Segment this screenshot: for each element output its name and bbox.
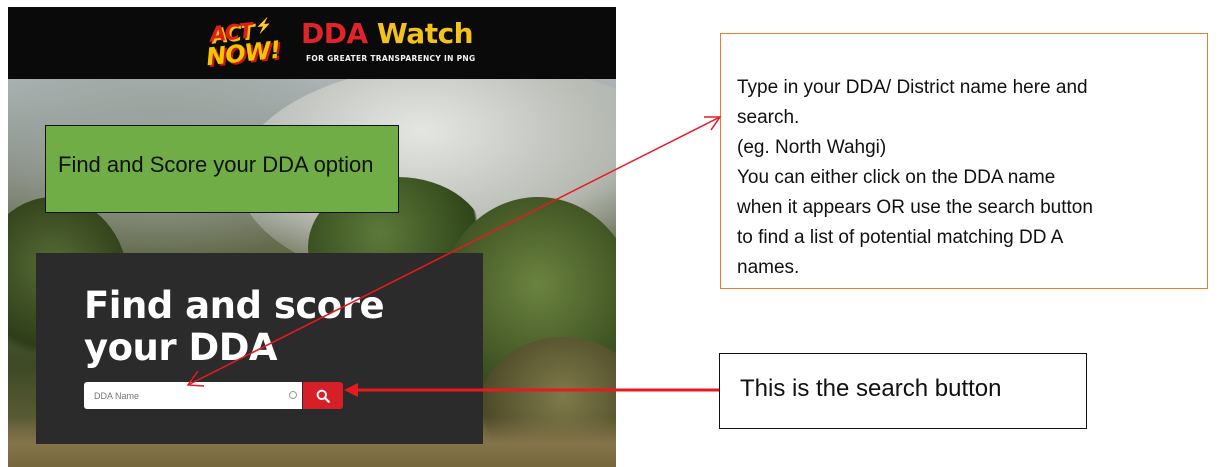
site-title-watch: Watch bbox=[376, 17, 474, 50]
search-button[interactable] bbox=[303, 382, 343, 409]
dda-name-search-input[interactable] bbox=[84, 382, 302, 409]
search-icon bbox=[316, 389, 330, 403]
search-panel-heading-line2: your DDA bbox=[84, 326, 278, 369]
instruction-line: when it appears OR use the search button bbox=[737, 197, 1093, 218]
search-panel-heading-line1: Find and score bbox=[84, 284, 385, 327]
instruction-line: (eg. North Wahgi) bbox=[737, 137, 887, 158]
instruction-line: search. bbox=[737, 107, 800, 128]
site-title-dda: DDA bbox=[301, 17, 368, 50]
instruction-line: names. bbox=[737, 257, 800, 278]
instruction-line: You can either click on the DDA name bbox=[737, 167, 1056, 188]
act-now-logo[interactable]: ACT NOW! ⚡ bbox=[203, 13, 292, 73]
search-button-callout: This is the search button bbox=[719, 353, 1087, 429]
lightning-icon: ⚡ bbox=[254, 16, 274, 34]
search-panel-heading: Find and score your DDA bbox=[84, 285, 464, 369]
instruction-line: to find a list of potential matching DD … bbox=[737, 227, 1064, 248]
instruction-line: Type in your DDA/ District name here and bbox=[737, 77, 1088, 98]
instruction-callout: Type in your DDA/ District name here and… bbox=[720, 33, 1208, 289]
loading-circle-icon bbox=[289, 391, 297, 399]
site-header: ACT NOW! ⚡ DDA Watch FOR GREATER TRANSPA… bbox=[8, 7, 616, 79]
site-title[interactable]: DDA Watch bbox=[301, 17, 474, 50]
arrowhead-instruction bbox=[704, 116, 722, 131]
find-score-callout: Find and Score your DDA option bbox=[45, 125, 399, 213]
site-tagline: FOR GREATER TRANSPARENCY IN PNG bbox=[306, 54, 476, 63]
